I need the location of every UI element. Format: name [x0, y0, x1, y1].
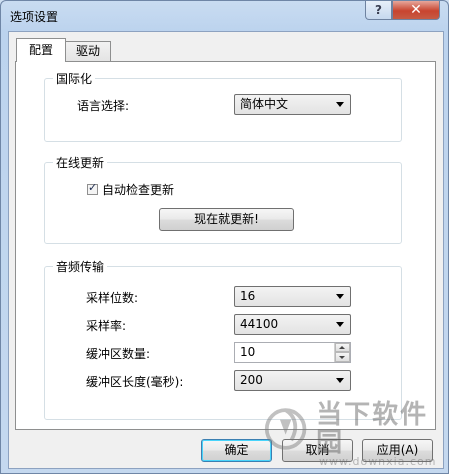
sample-bits-value: 16	[240, 289, 256, 303]
sample-rate-value: 44100	[240, 317, 279, 331]
audio-legend: 音频传输	[56, 260, 105, 274]
audio-group: 音频传输	[44, 258, 402, 420]
dialog-client-area: 配置 驱动 国际化 语言选择: 简体中文 在线更新 ✓ 自动检查更新 现在就更新…	[8, 31, 444, 469]
spin-up-icon[interactable]	[335, 343, 350, 352]
chevron-down-icon	[336, 322, 344, 327]
buffer-count-stepper[interactable]: 10	[234, 342, 351, 363]
buffer-length-label: 缓冲区长度(毫秒):	[86, 375, 184, 389]
apply-button[interactable]: 应用(A)	[362, 439, 433, 462]
spin-down-icon[interactable]	[335, 352, 350, 362]
buffer-count-label: 缓冲区数量:	[86, 347, 151, 361]
tab-driver[interactable]: 驱动	[65, 41, 111, 62]
language-select[interactable]: 简体中文	[234, 94, 351, 115]
tab-config[interactable]: 配置	[16, 38, 66, 62]
buffer-count-value[interactable]: 10	[240, 345, 255, 359]
help-button[interactable]: ?	[365, 1, 392, 20]
options-dialog: 选项设置 ? ✕ 配置 驱动 国际化 语言选择: 简体中文 在线更新 ✓ 自动检…	[0, 0, 449, 474]
auto-check-label[interactable]: 自动检查更新	[102, 181, 174, 198]
config-tab-panel: 国际化 语言选择: 简体中文 在线更新 ✓ 自动检查更新 现在就更新! 音频传输…	[15, 61, 436, 430]
sample-rate-label: 采样率:	[86, 319, 127, 333]
chevron-down-icon	[336, 294, 344, 299]
update-now-button[interactable]: 现在就更新!	[159, 208, 294, 231]
cancel-button[interactable]: 取消	[282, 439, 353, 462]
sample-bits-select[interactable]: 16	[234, 286, 351, 307]
buffer-length-value: 200	[240, 373, 263, 387]
i18n-legend: 国际化	[56, 72, 93, 86]
sample-bits-label: 采样位数:	[86, 291, 139, 305]
language-select-value: 简体中文	[240, 97, 289, 111]
checkmark-icon: ✓	[88, 181, 98, 194]
sample-rate-select[interactable]: 44100	[234, 314, 351, 335]
auto-check-checkbox[interactable]: ✓	[87, 181, 98, 195]
spin-buttons	[334, 343, 350, 362]
ok-button[interactable]: 确定	[201, 439, 272, 462]
close-button[interactable]: ✕	[392, 1, 440, 20]
chevron-down-icon	[336, 102, 344, 107]
buffer-length-select[interactable]: 200	[234, 370, 351, 391]
window-title: 选项设置	[10, 10, 59, 24]
online-update-legend: 在线更新	[56, 156, 105, 170]
language-label: 语言选择:	[77, 99, 130, 113]
chevron-down-icon	[336, 378, 344, 383]
